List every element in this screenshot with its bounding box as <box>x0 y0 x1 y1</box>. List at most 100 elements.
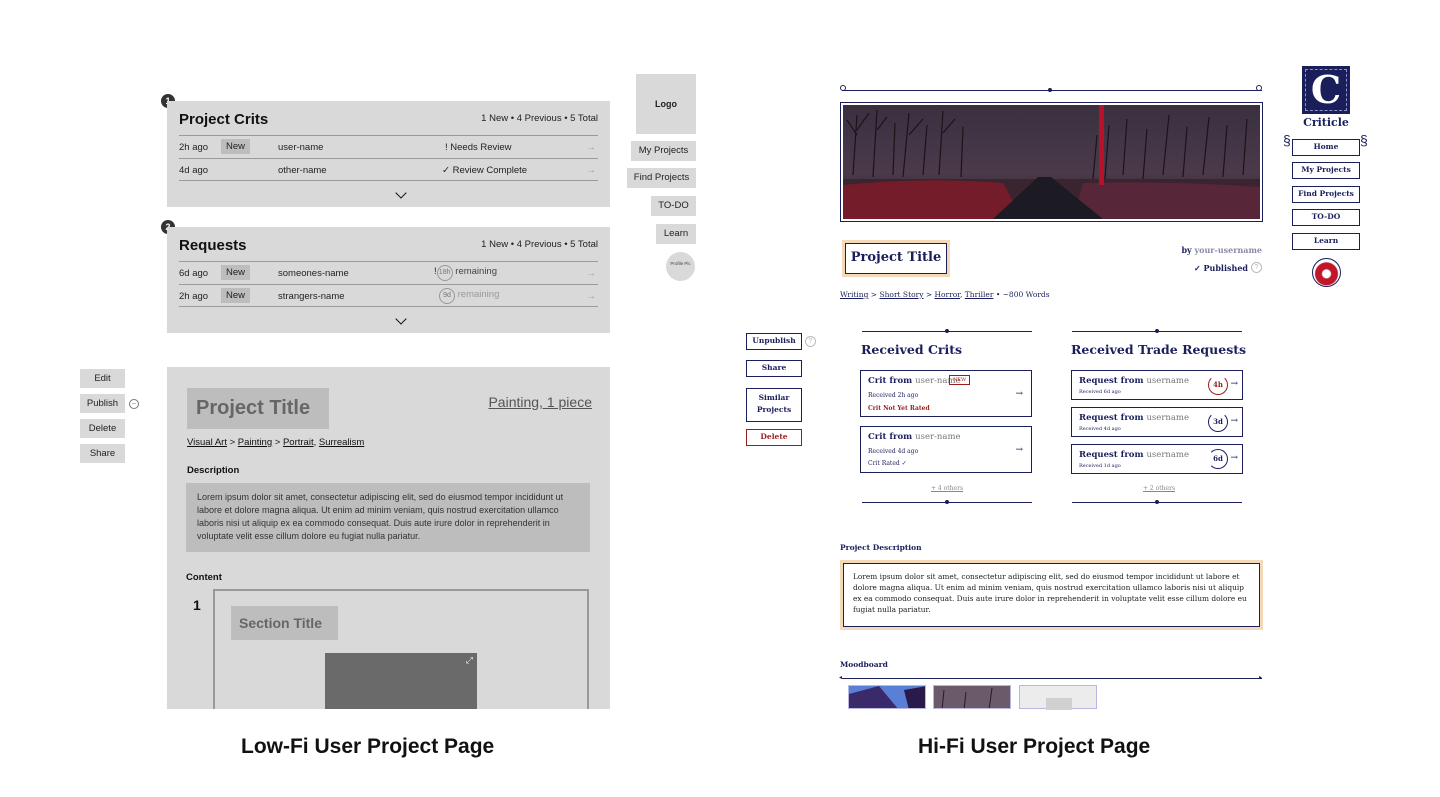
help-icon[interactable]: ? <box>1251 262 1262 273</box>
new-badge: New <box>221 288 251 303</box>
share-button[interactable]: Share <box>746 360 802 377</box>
help-icon[interactable]: – <box>129 399 139 409</box>
row-time: 2h ago <box>179 142 209 153</box>
received-time: Received 6d ago <box>1079 389 1121 395</box>
arrow-right-icon[interactable]: → <box>587 268 597 279</box>
chevron-down-icon[interactable] <box>395 313 407 325</box>
breadcrumb-link[interactable]: Surrealism <box>319 437 364 448</box>
request-card[interactable]: Request from username Received 1d ago 6d… <box>1071 444 1243 474</box>
request-row[interactable]: 6d ago New someones-name ! 18h remaining … <box>179 261 598 284</box>
similar-projects-button[interactable]: Similar Projects <box>746 388 802 422</box>
crit-card[interactable]: Crit from user-name Received 4d ago Crit… <box>860 426 1032 473</box>
nav-todo[interactable]: TO-DO <box>651 196 696 216</box>
received-time: Received 1d ago <box>1079 463 1121 469</box>
project-title: Project Title <box>187 388 329 429</box>
row-status: ! Needs Review <box>445 142 512 153</box>
help-icon[interactable]: ? <box>805 336 816 347</box>
breadcrumb: Visual Art > Painting > Portrait, Surrea… <box>187 437 365 448</box>
project-crits-panel: Project Crits 1 New • 4 Previous • 5 Tot… <box>167 101 610 207</box>
breadcrumb-link[interactable]: Portrait <box>283 437 314 448</box>
panel-stats: 1 New • 4 Previous • 5 Total <box>481 113 598 124</box>
breadcrumb-link[interactable]: Horror <box>935 290 961 299</box>
crit-row[interactable]: 4d ago other-name ✓ Review Complete → <box>179 158 598 181</box>
avatar[interactable]: Profile Pic <box>666 252 695 281</box>
request-username: username <box>1146 376 1190 386</box>
word-count: ~800 Words <box>1002 290 1050 299</box>
nav-my-projects[interactable]: My Projects <box>631 141 696 161</box>
received-crits-title: Received Crits <box>861 342 963 357</box>
row-time: 4d ago <box>179 165 209 176</box>
breadcrumb-link[interactable]: Short Story <box>879 290 923 299</box>
more-requests-link[interactable]: + 2 others <box>1143 485 1175 492</box>
breadcrumb-link[interactable]: Visual Art <box>187 437 227 448</box>
timer-ring: ! 18h remaining <box>434 265 497 281</box>
lowfi-caption: Low-Fi User Project Page <box>241 735 495 758</box>
timer-icon: 3d <box>1208 412 1228 432</box>
ornament-icon <box>1155 329 1159 333</box>
received-time: Received 4d ago <box>868 448 919 455</box>
flourish-icon: § <box>1360 132 1368 148</box>
nav-find-projects[interactable]: Find Projects <box>627 168 696 188</box>
logo-placeholder[interactable]: Logo <box>636 74 696 134</box>
description-text: Lorem ipsum dolor sit amet, consectetur … <box>843 563 1260 627</box>
project-title: Project Title <box>845 243 947 274</box>
request-card[interactable]: Request from username Received 6d ago 4h… <box>1071 370 1243 400</box>
ornament-icon <box>840 85 846 91</box>
row-time: 6d ago <box>179 268 209 279</box>
breadcrumb-link[interactable]: Writing <box>840 290 868 299</box>
nav-find-projects[interactable]: Find Projects <box>1292 186 1360 203</box>
edit-button[interactable]: Edit <box>80 369 125 388</box>
image-placeholder[interactable]: ⤢ <box>325 653 477 709</box>
moodboard-image[interactable] <box>933 685 1011 709</box>
nav-home[interactable]: Home <box>1292 139 1360 156</box>
banner-image <box>843 105 1260 219</box>
new-badge: NEW <box>949 375 971 385</box>
arrow-right-icon[interactable]: → <box>1015 445 1023 455</box>
crit-status: Crit Not Yet Rated <box>868 405 930 412</box>
row-user: strangers-name <box>278 291 345 302</box>
avatar[interactable] <box>1312 258 1341 287</box>
more-crits-link[interactable]: + 4 others <box>931 485 963 492</box>
chevron-down-icon[interactable] <box>395 187 407 199</box>
arrow-right-icon[interactable]: → <box>587 291 597 302</box>
unpublish-button[interactable]: Unpublish <box>746 333 802 350</box>
published-status: ✓ Published <box>1194 263 1248 273</box>
crit-row[interactable]: 2h ago New user-name ! Needs Review → <box>179 135 598 158</box>
request-row[interactable]: 2h ago New strangers-name 9d remaining → <box>179 284 598 307</box>
expand-icon[interactable]: ⤢ <box>466 655 473 666</box>
moodboard-image[interactable] <box>1019 685 1097 710</box>
arrow-right-icon[interactable]: → <box>587 142 597 153</box>
request-username: username <box>1146 450 1190 460</box>
breadcrumb-link[interactable]: Painting <box>238 437 272 448</box>
image-placeholder-icon <box>1046 698 1072 710</box>
arrow-right-icon[interactable]: → <box>1230 416 1238 426</box>
nav-learn[interactable]: Learn <box>1292 233 1360 250</box>
scroll-right-icon[interactable]: ▸ <box>1259 675 1262 681</box>
criticle-logo-icon[interactable]: C <box>1302 66 1350 114</box>
delete-button[interactable]: Delete <box>80 419 125 438</box>
trade-requests-title: Received Trade Requests <box>1071 342 1247 357</box>
publish-button[interactable]: Publish <box>80 394 125 413</box>
arrow-right-icon[interactable]: → <box>1230 453 1238 463</box>
new-badge: New <box>221 139 251 154</box>
arrow-right-icon[interactable]: → <box>587 165 597 176</box>
brand-name[interactable]: Criticle <box>1298 116 1354 129</box>
nav-learn[interactable]: Learn <box>656 224 696 244</box>
delete-button[interactable]: Delete <box>746 429 802 446</box>
timer-icon: 4h <box>1208 375 1228 395</box>
author-username[interactable]: your-username <box>1194 245 1262 255</box>
arrow-right-icon[interactable]: → <box>1230 379 1238 389</box>
crit-card[interactable]: Crit from user-name NEW Received 2h ago … <box>860 370 1032 417</box>
nav-todo[interactable]: TO-DO <box>1292 209 1360 226</box>
nav-my-projects[interactable]: My Projects <box>1292 162 1360 179</box>
breadcrumb: Writing > Short Story > Horror, Thriller… <box>840 290 1050 299</box>
crit-username: user-name <box>915 432 961 442</box>
share-button[interactable]: Share <box>80 444 125 463</box>
request-card[interactable]: Request from username Received 4d ago 3d… <box>1071 407 1243 437</box>
row-user: other-name <box>278 165 327 176</box>
moodboard-image[interactable] <box>848 685 926 709</box>
moodboard-scrollbar[interactable] <box>842 678 1262 679</box>
scroll-left-icon[interactable]: ◂ <box>839 675 842 681</box>
arrow-right-icon[interactable]: → <box>1015 389 1023 399</box>
breadcrumb-link[interactable]: Thriller <box>965 290 994 299</box>
